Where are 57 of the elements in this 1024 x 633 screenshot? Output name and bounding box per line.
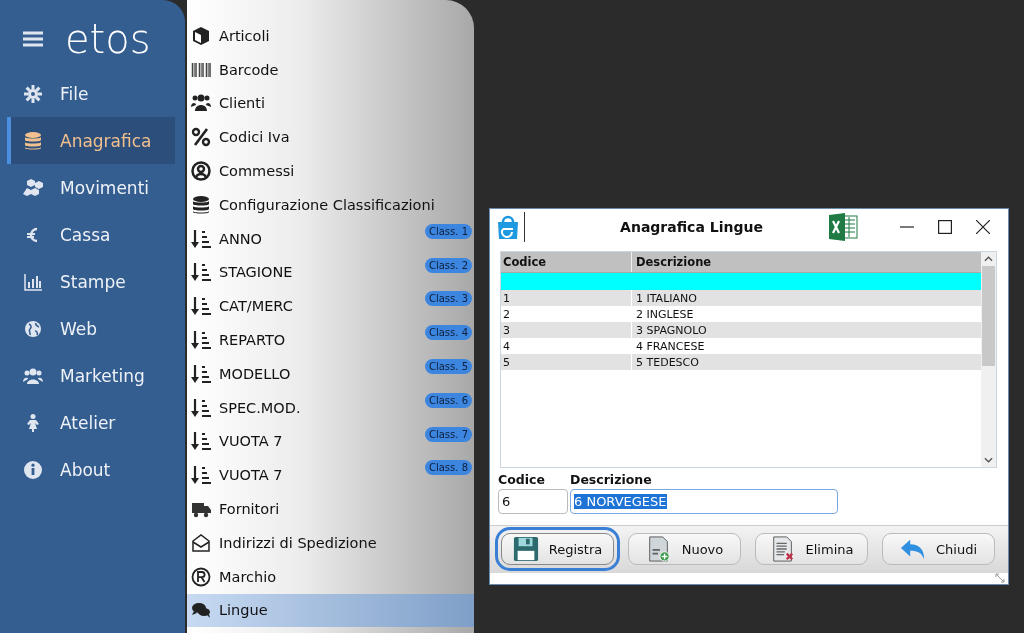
submenu-item[interactable]: Marchio bbox=[187, 559, 474, 594]
submenu-item[interactable]: Articoli bbox=[187, 19, 474, 53]
field-label: Codice bbox=[498, 471, 546, 489]
sidebar-item[interactable]: Movimenti bbox=[7, 164, 175, 211]
submenu-item[interactable]: Barcode bbox=[187, 52, 474, 87]
sidebar-item[interactable]: About bbox=[7, 446, 175, 493]
submenu-item[interactable]: Indirizzi di Spedizione bbox=[187, 525, 474, 560]
table-cell: 5 bbox=[501, 354, 632, 371]
table-cell-text: 3 SPAGNOLO bbox=[635, 323, 708, 337]
field-label: Descrizione bbox=[570, 471, 653, 489]
class-badge: Class. 3 bbox=[424, 291, 472, 307]
sidebar-item[interactable]: File bbox=[7, 70, 175, 117]
submenu-item[interactable]: SPEC.MOD. Class. 6 bbox=[187, 390, 474, 425]
table-row[interactable]: 1 1 ITALIANO bbox=[501, 290, 981, 307]
class-badge: Class. 4 bbox=[424, 325, 472, 341]
class-badge: Class. 7 bbox=[424, 426, 472, 442]
table-cell-text: 5 TEDESCO bbox=[635, 355, 700, 369]
table-cell-text: 1 ITALIANO bbox=[635, 291, 698, 305]
submenu-item[interactable]: VUOTA 7 Class. 7 bbox=[187, 424, 474, 459]
sidebar-item[interactable]: Anagrafica bbox=[7, 117, 175, 164]
class-badge: Class. 8 bbox=[424, 460, 472, 476]
submenu-item[interactable]: Codici Iva bbox=[187, 120, 474, 155]
class-badge: Class. 1 bbox=[424, 223, 472, 239]
toolbar-button[interactable]: Chiudi bbox=[882, 533, 995, 566]
sidebar-item[interactable]: Atelier bbox=[7, 399, 175, 446]
class-badge: Class. 2 bbox=[424, 257, 472, 273]
column-header[interactable]: Codice bbox=[501, 252, 632, 273]
table-cell-text: 2 INGLESE bbox=[635, 307, 695, 321]
submenu-item[interactable]: Configurazione Classificazioni bbox=[187, 188, 474, 222]
table-cell: 3 bbox=[501, 322, 632, 339]
input-field[interactable]: 6 NORVEGESE bbox=[570, 488, 838, 514]
table-cell: 1 bbox=[501, 290, 632, 307]
table-cell-text: 4 FRANCESE bbox=[635, 339, 706, 353]
submenu-item[interactable]: VUOTA 7 Class. 8 bbox=[187, 458, 474, 493]
sidebar-item[interactable]: Web bbox=[7, 305, 175, 352]
sidebar-item[interactable]: Cassa bbox=[7, 211, 175, 258]
app-logo: etos bbox=[65, 19, 151, 59]
sidebar-item[interactable]: Marketing bbox=[7, 352, 175, 399]
toolbar-button[interactable]: Elimina bbox=[755, 533, 868, 566]
class-badge: Class. 5 bbox=[424, 358, 472, 374]
submenu-item[interactable]: Commessi bbox=[187, 154, 474, 188]
sidebar-item[interactable]: Stampe bbox=[7, 258, 175, 305]
class-badge: Class. 6 bbox=[424, 392, 472, 408]
submenu-item[interactable]: REPARTO Class. 4 bbox=[187, 323, 474, 357]
submenu-item[interactable]: ANNO Class. 1 bbox=[187, 221, 474, 256]
column-header[interactable]: Descrizione bbox=[632, 255, 981, 270]
window-title: Anagrafica Lingue bbox=[619, 218, 764, 235]
submenu-item[interactable]: Fornitori bbox=[187, 492, 474, 526]
submenu-item[interactable]: Lingue bbox=[187, 593, 474, 628]
submenu-item[interactable]: Clienti bbox=[187, 86, 474, 121]
submenu-item[interactable]: STAGIONE Class. 2 bbox=[187, 255, 474, 290]
table-row[interactable]: 5 5 TEDESCO bbox=[501, 354, 981, 371]
submenu-item[interactable]: CAT/MERC Class. 3 bbox=[187, 289, 474, 324]
submenu-item[interactable]: MODELLO Class. 5 bbox=[187, 356, 474, 391]
toolbar-button[interactable]: Nuovo bbox=[628, 533, 741, 566]
table-row[interactable]: 3 3 SPAGNOLO bbox=[501, 322, 981, 339]
input-field[interactable]: 6 bbox=[498, 488, 568, 514]
